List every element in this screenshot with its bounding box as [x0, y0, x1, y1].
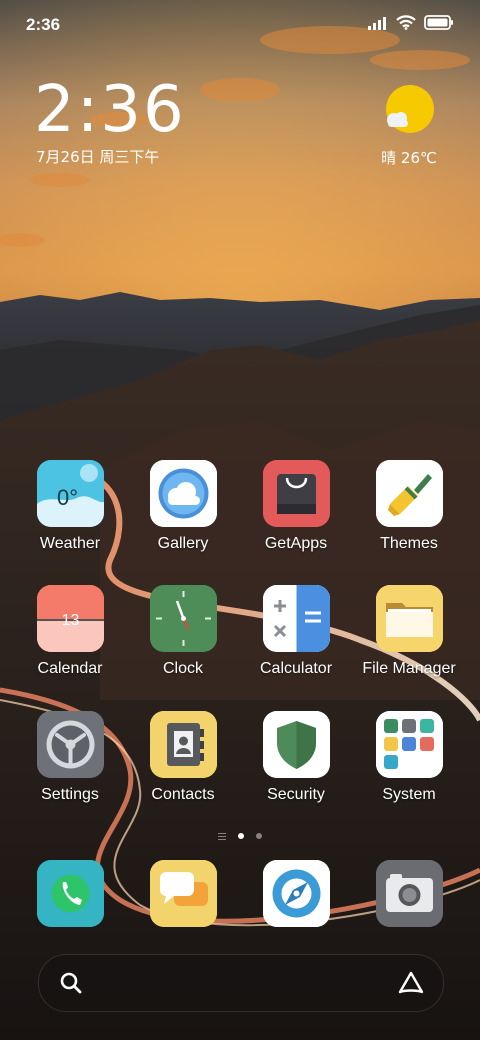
weather-icon: 0° — [36, 460, 104, 527]
system-folder-icon — [375, 711, 443, 778]
camera-icon — [375, 860, 443, 927]
dock-messages[interactable] — [127, 860, 239, 927]
status-bar: 2:36 — [0, 0, 480, 50]
security-shield-icon — [262, 711, 330, 778]
app-calculator[interactable]: Calculator — [240, 585, 352, 678]
app-label-calendar: Calendar — [37, 660, 103, 677]
messages-icon — [149, 860, 217, 927]
calculator-icon — [262, 585, 330, 652]
settings-icon — [36, 711, 104, 778]
app-label-contacts: Contacts — [151, 786, 215, 803]
page-indicator-list-icon — [218, 832, 226, 840]
home-clock-date: 7月26日 周三下午 — [36, 148, 160, 166]
app-label-settings: Settings — [41, 786, 99, 803]
app-label-security: Security — [267, 786, 325, 803]
app-file-manager[interactable]: File Manager — [353, 585, 465, 678]
app-label-calculator: Calculator — [259, 660, 333, 677]
app-security[interactable]: Security — [240, 711, 352, 804]
app-label-gallery: Gallery — [157, 535, 209, 552]
weather-widget[interactable]: 晴 26℃ — [374, 84, 444, 168]
gallery-icon — [149, 460, 217, 527]
phone-icon — [36, 860, 104, 927]
app-settings[interactable]: Settings — [14, 711, 126, 804]
browser-icon — [262, 860, 330, 927]
assistant-icon[interactable] — [397, 970, 425, 1001]
page-dot[interactable] — [256, 833, 262, 839]
getapps-icon — [262, 460, 330, 527]
home-clock-time[interactable]: 2:36 — [34, 78, 186, 142]
app-gallery[interactable]: Gallery — [127, 460, 239, 553]
app-label-themes: Themes — [380, 535, 438, 552]
home-search-bar[interactable] — [38, 954, 444, 1012]
calendar-icon: 13 — [36, 585, 104, 652]
contacts-icon — [149, 711, 217, 778]
calendar-icon-day: 13 — [61, 612, 79, 629]
weather-summary: 晴 26℃ — [381, 149, 437, 167]
app-getapps[interactable]: GetApps — [240, 460, 352, 553]
wifi-icon — [396, 15, 416, 35]
dock-browser[interactable] — [240, 860, 352, 927]
app-contacts[interactable]: Contacts — [127, 711, 239, 804]
clock-icon — [149, 585, 217, 652]
app-system-folder[interactable]: System — [353, 711, 465, 804]
themes-brush-icon — [375, 460, 443, 527]
app-themes[interactable]: Themes — [353, 460, 465, 553]
app-label-system: System — [382, 786, 436, 803]
dock-phone[interactable] — [14, 860, 126, 927]
signal-icon — [368, 16, 388, 35]
app-clock[interactable]: Clock — [127, 585, 239, 678]
status-icons — [368, 15, 454, 35]
battery-icon — [424, 15, 454, 35]
app-label-weather: Weather — [39, 535, 101, 552]
page-indicator[interactable] — [200, 828, 280, 844]
dock-camera[interactable] — [353, 860, 465, 927]
app-weather[interactable]: 0° Weather — [14, 460, 126, 553]
search-icon[interactable] — [59, 971, 83, 1000]
app-calendar[interactable]: 13 Calendar — [14, 585, 126, 678]
status-time: 2:36 — [26, 15, 61, 34]
app-label-clock: Clock — [162, 660, 203, 677]
app-label-getapps: GetApps — [264, 535, 328, 552]
sun-cloud-icon — [382, 85, 436, 142]
folder-icon — [375, 585, 443, 652]
app-label-file-manager: File Manager — [362, 660, 456, 677]
page-dot-current[interactable] — [238, 833, 244, 839]
weather-icon-temp: 0° — [57, 485, 78, 510]
